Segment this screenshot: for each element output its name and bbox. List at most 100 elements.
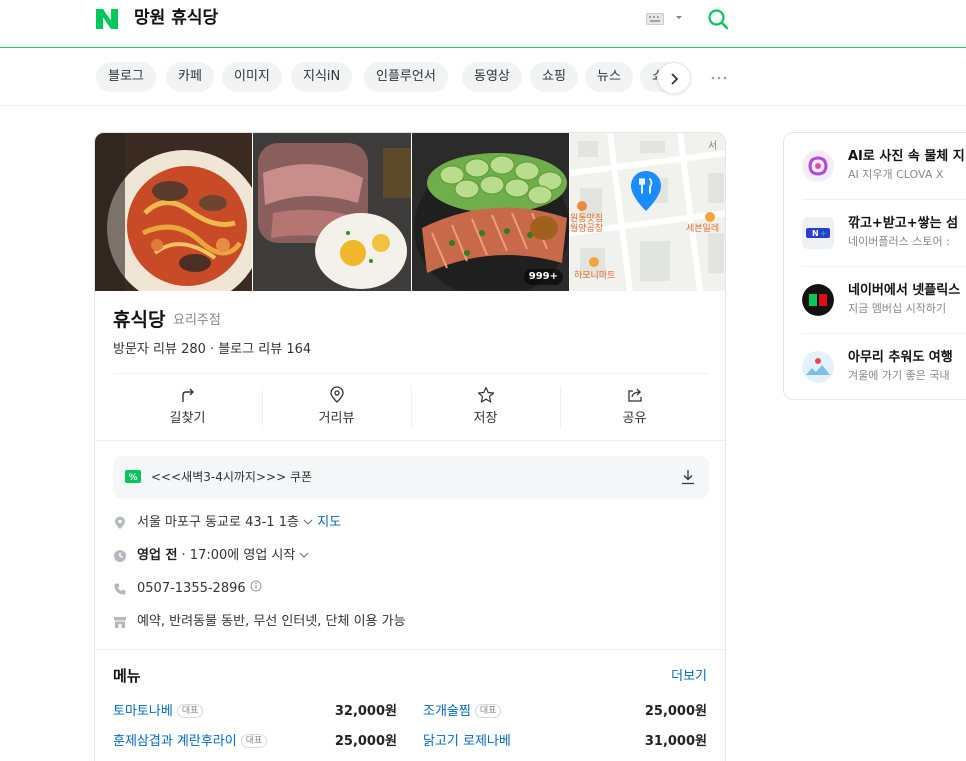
photo-pasta[interactable] (95, 133, 252, 291)
side-item-title: AI로 사진 속 물체 지 (848, 149, 965, 164)
tab-shopping[interactable]: 쇼핑 (530, 62, 578, 92)
photo-pork-cucumber[interactable]: 999+ (412, 133, 569, 291)
download-icon[interactable] (681, 469, 695, 485)
side-item-title: 아무리 추워도 여행 (848, 350, 953, 365)
naver-logo[interactable] (96, 9, 120, 29)
side-item[interactable]: 아무리 추워도 여행 겨울에 가기 좋은 국내 (784, 334, 966, 399)
location-icon (115, 516, 125, 529)
share-icon (627, 388, 642, 402)
place-actions: 길찾기 거리뷰 저장 공유 (113, 373, 709, 439)
menu-item-name: 토마토나베 (113, 704, 173, 719)
phone-row: 0507-1355-2896 (113, 578, 709, 600)
chevron-down-icon[interactable] (303, 518, 313, 526)
place-photos: 999+ 원동맛집 월양곱창 세븐일레 하모니마트 서 (95, 133, 725, 291)
search-tabs: 블로그 카페 이미지 지식iN 인플루언서 동영상 쇼핑 뉴스 쇼 (96, 62, 736, 94)
address-text[interactable]: 서울 마포구 동교로 43-1 1층 (137, 515, 299, 530)
phone-number[interactable]: 0507-1355-2896 (137, 581, 246, 596)
chevron-down-icon[interactable] (299, 551, 309, 559)
coupon-banner[interactable]: % <<<새벽3-4시까지>>> 쿠폰 (113, 456, 709, 498)
coupon-icon: % (125, 470, 141, 483)
share-button[interactable]: 공유 (560, 374, 709, 440)
divider (95, 649, 725, 650)
tab-blog[interactable]: 블로그 (96, 62, 156, 92)
menu-item[interactable]: 닭고기 로제나베 (423, 732, 511, 752)
address-row: 서울 마포구 동교로 43-1 1층 지도 (113, 512, 709, 534)
hours-row: 영업 전 · 17:00에 영업 시작 (113, 545, 709, 567)
streetview-button[interactable]: 거리뷰 (262, 374, 411, 440)
chevron-down-icon[interactable] (674, 12, 684, 22)
svg-text:N: N (812, 229, 819, 238)
menu-item-name: 훈제삼겹과 계란후라이 (113, 734, 237, 749)
divider (0, 105, 966, 106)
side-item[interactable]: N + 깎고+받고+쌓는 섬 네이버플러스 스토어 : (784, 200, 966, 266)
save-button[interactable]: 저장 (411, 374, 560, 440)
side-item-subtitle: 지금 멤버십 시작하기 (848, 302, 947, 315)
info-icon[interactable] (250, 580, 262, 592)
menu-item-price: 25,000원 (334, 734, 397, 749)
menu-item-price: 32,000원 (334, 704, 397, 719)
menu-item[interactable]: 훈제삼겹과 계란후라이 대표 (113, 732, 268, 752)
amenities-text: 예약, 반려동물 동반, 무선 인터넷, 단체 이용 가능 (137, 614, 406, 629)
tab-image[interactable]: 이미지 (222, 62, 282, 92)
menu-item[interactable]: 토마토나베 대표 (113, 702, 204, 722)
action-label: 공유 (622, 411, 647, 426)
menu-item-name: 조개술찜 (423, 704, 471, 719)
search-icon[interactable] (706, 7, 730, 31)
naverplus-icon: N + (802, 217, 834, 249)
clova-icon (802, 150, 834, 182)
side-item-subtitle: 네이버플러스 스토어 : (848, 235, 950, 248)
phone-icon (114, 583, 126, 595)
menu-title: 메뉴 (113, 667, 141, 685)
tab-influencer[interactable]: 인플루언서 (364, 62, 448, 92)
menu-item-price: 31,000원 (644, 734, 707, 749)
svg-text:%: % (128, 473, 137, 483)
hours-detail[interactable]: · 17:00에 영업 시작 (182, 548, 296, 563)
tab-cafe[interactable]: 카페 (166, 62, 214, 92)
map-pin-icon (631, 171, 661, 211)
map-label: 월양곱창 (570, 224, 604, 234)
photo-bacon-eggs[interactable] (253, 133, 411, 291)
search-query[interactable]: 망원 휴식당 (134, 6, 218, 30)
recommendation-panel: AI로 사진 속 물체 지 AI 지우개 CLOVA X N + 깎고+받고+쌓는… (783, 132, 966, 400)
tab-kin[interactable]: 지식iN (291, 62, 353, 92)
action-label: 거리뷰 (318, 411, 355, 426)
menu-item[interactable]: 조개술찜 대표 (423, 702, 502, 722)
side-item-subtitle: 겨울에 가기 좋은 국내 (848, 369, 950, 382)
map-label: 세븐일레 (686, 224, 720, 234)
tab-news[interactable]: 뉴스 (585, 62, 633, 92)
action-label: 저장 (473, 411, 498, 426)
review-counts[interactable]: 방문자 리뷰 280 · 블로그 리뷰 164 (113, 341, 311, 359)
side-item-title: 네이버에서 넷플릭스 (848, 283, 961, 298)
chevron-right-icon (671, 73, 679, 85)
divider (95, 440, 725, 441)
directions-icon (181, 388, 194, 402)
directions-button[interactable]: 길찾기 (113, 374, 262, 440)
netflix-icon (802, 284, 834, 316)
menu-more-link[interactable]: 더보기 (671, 667, 707, 687)
tabs-next-button[interactable] (657, 62, 691, 94)
side-item-subtitle: AI 지우개 CLOVA X (848, 168, 944, 181)
signature-badge: 대표 (240, 734, 268, 748)
streetview-icon (329, 386, 344, 403)
menu-item-price: 25,000원 (644, 704, 707, 719)
amenities-row: 예약, 반려동물 동반, 무선 인터넷, 단체 이용 가능 (113, 611, 709, 633)
place-name[interactable]: 휴식당 (113, 307, 165, 333)
tab-video[interactable]: 동영상 (462, 62, 522, 92)
side-item-title: 깎고+받고+쌓는 섬 (848, 216, 959, 231)
svg-text:+: + (820, 229, 827, 238)
coupon-text: <<<새벽3-4시까지>>> 쿠폰 (151, 470, 313, 484)
more-icon[interactable] (710, 70, 728, 86)
map-label: 서 (708, 141, 718, 152)
signature-badge: 대표 (176, 704, 204, 718)
hours-status: 영업 전 (137, 548, 178, 563)
signature-badge: 대표 (474, 704, 502, 718)
side-item[interactable]: 네이버에서 넷플릭스 지금 멤버십 시작하기 (784, 267, 966, 333)
star-icon (477, 386, 494, 403)
store-icon (114, 617, 126, 628)
clock-icon (114, 550, 126, 562)
side-item[interactable]: AI로 사진 속 물체 지 AI 지우개 CLOVA X (784, 133, 966, 199)
photo-count-badge: 999+ (523, 269, 563, 285)
mini-map[interactable]: 원동맛집 월양곱창 세븐일레 하모니마트 서 (570, 133, 725, 291)
map-link[interactable]: 지도 (317, 515, 341, 530)
keyboard-icon[interactable] (646, 13, 664, 25)
